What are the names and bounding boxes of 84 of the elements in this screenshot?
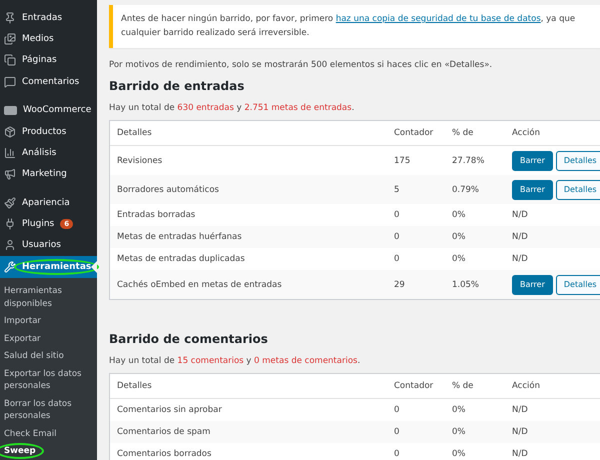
submenu-item[interactable]: Salud del sitio <box>0 348 97 365</box>
table-cell-text: 0 <box>393 449 400 459</box>
table-cell-text: Comentarios de spam <box>116 427 212 437</box>
sidebar-item[interactable]: Medios <box>0 28 97 50</box>
table-cell-text: 0% <box>451 232 466 242</box>
table-cell-text: Cachés oEmbed en metas de entradas <box>116 280 283 290</box>
section-heading: Barrido de comentarios <box>109 332 269 346</box>
column-header: Acción <box>511 381 541 391</box>
submenu-item[interactable]: Herramientas disponibles <box>0 282 97 312</box>
table-cell-text: Borradores automáticos <box>116 184 220 194</box>
table-cell-text: 0% <box>451 449 466 459</box>
table-cell-text: 0 <box>393 210 400 220</box>
sidebar-item[interactable]: Herramientas <box>0 256 97 278</box>
table-cell-text: N/D <box>511 210 529 220</box>
table-cell-text: 0% <box>451 405 466 415</box>
table-cell-text: 5 <box>393 184 400 194</box>
sweep-button[interactable]: Barrer <box>512 180 553 200</box>
sidebar-item[interactable]: WooCommerce <box>0 100 97 121</box>
submenu-item[interactable]: Exportar <box>0 330 97 348</box>
pin-icon <box>4 12 16 24</box>
table-cell-text: 0% <box>451 254 466 264</box>
table-cell-text: N/D <box>511 449 529 459</box>
pages-icon <box>4 54 16 66</box>
summary-text: Hay un total de 630 entradas y 2.751 metas de entradas. <box>109 103 356 113</box>
warning-notice: Antes de hacer ningún barrido, por favor, primero haz una copia de seguridad de tu base de datos, ya que cualquier barrido realizado será irreversible. <box>109 5 600 48</box>
box-icon <box>4 126 16 138</box>
sidebar-item[interactable]: Productos <box>0 120 97 142</box>
submenu-item[interactable]: Exportar los datos personales <box>0 365 97 395</box>
details-button[interactable]: Detalles <box>556 274 600 294</box>
wrench-icon <box>4 260 16 273</box>
submenu-item[interactable]: Borrar los datos personales <box>0 395 97 425</box>
table-cell-text: 0.79% <box>451 184 480 194</box>
table-cell-text: Comentarios borrados <box>116 449 212 459</box>
column-header: % de <box>451 128 474 138</box>
table-cell-text: 0 <box>393 405 400 415</box>
details-button[interactable]: Detalles <box>556 180 600 200</box>
table-cell-text: N/D <box>511 232 529 242</box>
column-header: % de <box>451 381 474 391</box>
comment-icon <box>4 76 16 88</box>
user-icon <box>4 239 16 252</box>
table-cell-text: 0% <box>451 427 466 437</box>
table-cell-text: 27.78% <box>451 156 486 166</box>
sidebar-item[interactable]: Apariencia <box>0 192 97 214</box>
column-header: Detalles <box>116 381 153 391</box>
submenu-item[interactable]: Check Email <box>0 425 97 442</box>
megaphone-icon <box>4 168 16 180</box>
performance-note: Por motivos de rendimiento, solo se mostrarán 500 elementos si haces clic en «Detalles». <box>109 60 494 70</box>
submenu-item[interactable]: Importar <box>0 312 97 330</box>
table-cell-text: N/D <box>511 427 529 437</box>
table-cell-text: 29 <box>393 280 406 290</box>
table-cell-text: 0% <box>451 210 466 220</box>
sidebar-item[interactable]: Usuarios <box>0 234 97 256</box>
column-header: Contador <box>393 128 434 138</box>
section-heading: Barrido de entradas <box>109 79 246 93</box>
bar-chart-icon <box>4 146 16 159</box>
table-cell-text: 0 <box>393 232 400 242</box>
table-cell-text: N/D <box>511 254 529 264</box>
table-cell-text: Metas de entradas huérfanas <box>116 232 243 242</box>
sweep-button[interactable]: Barrer <box>512 150 553 170</box>
sidebar-item[interactable]: Páginas <box>0 50 97 72</box>
submenu-item[interactable]: Sweep <box>0 442 97 460</box>
table-cell-text: Comentarios sin aprobar <box>116 405 223 415</box>
table-cell-text: 175 <box>393 156 412 166</box>
summary-text: Hay un total de 15 comentarios y 0 metas de comentarios. <box>109 356 362 366</box>
sweep-button[interactable]: Barrer <box>512 274 553 294</box>
table-cell-text: Metas de entradas duplicadas <box>116 254 246 264</box>
plug-icon <box>4 218 16 230</box>
paintbrush-icon <box>4 196 16 209</box>
table-cell-text: 0 <box>393 254 400 264</box>
table-cell-text: 0 <box>393 427 400 437</box>
backup-link[interactable]: haz una copia de seguridad de tu base de datos <box>336 14 541 24</box>
sidebar-item[interactable]: Análisis <box>0 142 97 164</box>
sidebar-item[interactable]: Comentarios <box>0 71 97 92</box>
column-header: Acción <box>511 128 541 138</box>
table-cell-text: Entradas borradas <box>116 210 196 220</box>
sidebar-item[interactable]: Entradas <box>0 7 97 28</box>
table-cell-text: Revisiones <box>116 156 164 166</box>
column-header: Detalles <box>116 128 153 138</box>
sidebar-item[interactable]: Marketing <box>0 164 97 185</box>
column-header: Contador <box>393 381 434 391</box>
details-button[interactable]: Detalles <box>556 150 600 170</box>
images-icon <box>4 33 16 46</box>
table-cell-text: 1.05% <box>451 280 480 290</box>
table-cell-text: N/D <box>511 405 529 415</box>
